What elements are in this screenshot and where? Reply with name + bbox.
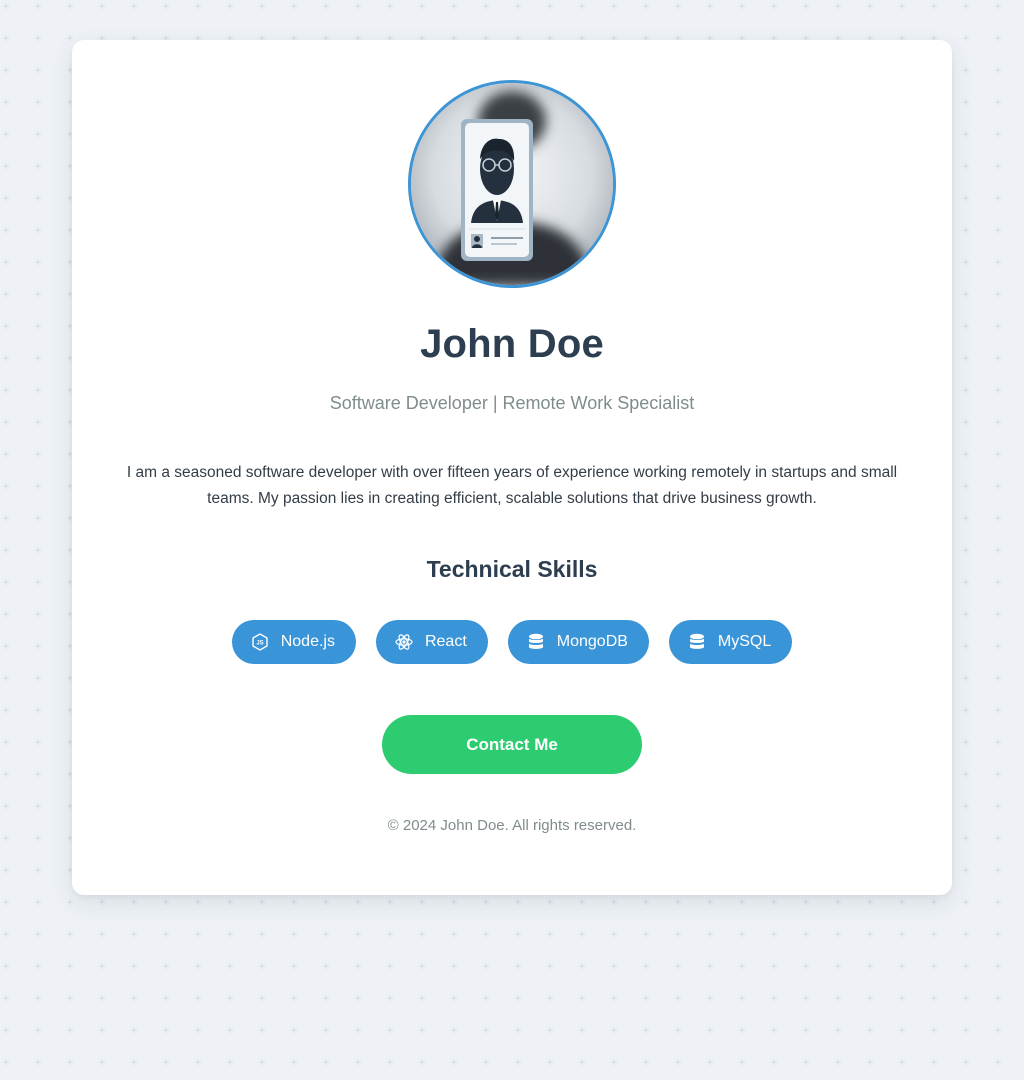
skills-title: Technical Skills [426, 556, 598, 582]
skill-badge-nodejs[interactable]: JS Node.js [231, 620, 356, 664]
skills-list: JS Node.js React MongoDB MySQL [72, 620, 952, 664]
database-icon [527, 633, 545, 651]
skill-badge-react[interactable]: React [375, 620, 488, 664]
skill-badge-mongodb[interactable]: MongoDB [507, 620, 649, 664]
profile-bio: I am a seasoned software developer with … [126, 464, 898, 507]
profile-avatar [408, 80, 616, 288]
database-icon [688, 633, 706, 651]
profile-card: John Doe Software Developer | Remote Wor… [72, 40, 952, 895]
contact-me-button[interactable]: Contact Me [382, 715, 642, 774]
footer-copyright: © 2024 John Doe. All rights reserved. [387, 817, 637, 834]
skill-badge-mysql[interactable]: MySQL [668, 620, 793, 664]
profile-name: John Doe [420, 322, 604, 366]
skill-label: Node.js [280, 633, 335, 650]
person-id-badge-icon [411, 83, 613, 285]
profile-tagline: Software Developer | Remote Work Special… [329, 393, 695, 413]
nodejs-icon: JS [251, 633, 269, 651]
react-icon [395, 633, 413, 651]
svg-text:JS: JS [256, 641, 263, 647]
skill-label: MongoDB [556, 633, 628, 650]
skill-label: React [424, 633, 467, 650]
skill-label: MySQL [717, 633, 772, 650]
